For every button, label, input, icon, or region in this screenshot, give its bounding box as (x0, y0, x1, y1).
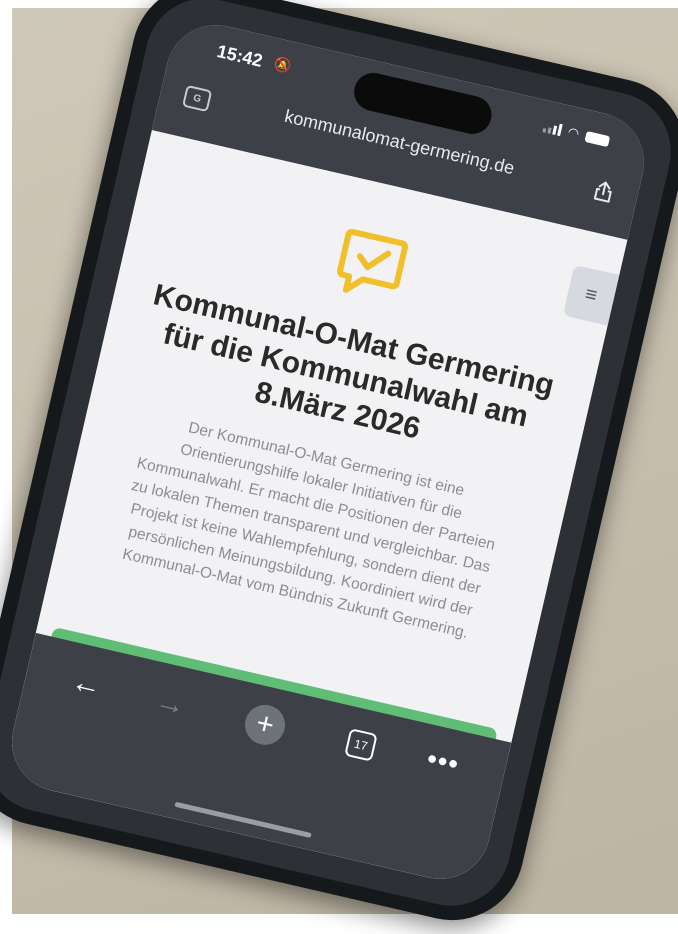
status-icons: ◠ (542, 118, 611, 149)
battery-icon (584, 130, 611, 147)
speech-bubble-check-icon (337, 228, 408, 293)
signal-icon (542, 120, 563, 137)
forward-button[interactable]: → (152, 684, 189, 724)
bell-mute-icon: 🔕 (272, 55, 293, 75)
back-button[interactable]: ← (68, 665, 105, 705)
home-indicator[interactable] (174, 801, 312, 839)
more-icon[interactable]: ••• (424, 743, 463, 781)
hamburger-menu-button[interactable]: ≡ (562, 264, 620, 326)
status-time: 15:42 (215, 41, 265, 71)
tabs-button[interactable]: 17 (344, 728, 378, 762)
wifi-icon: ◠ (566, 123, 581, 142)
hamburger-menu-icon: ≡ (582, 282, 600, 307)
new-tab-button[interactable]: + (241, 700, 290, 749)
